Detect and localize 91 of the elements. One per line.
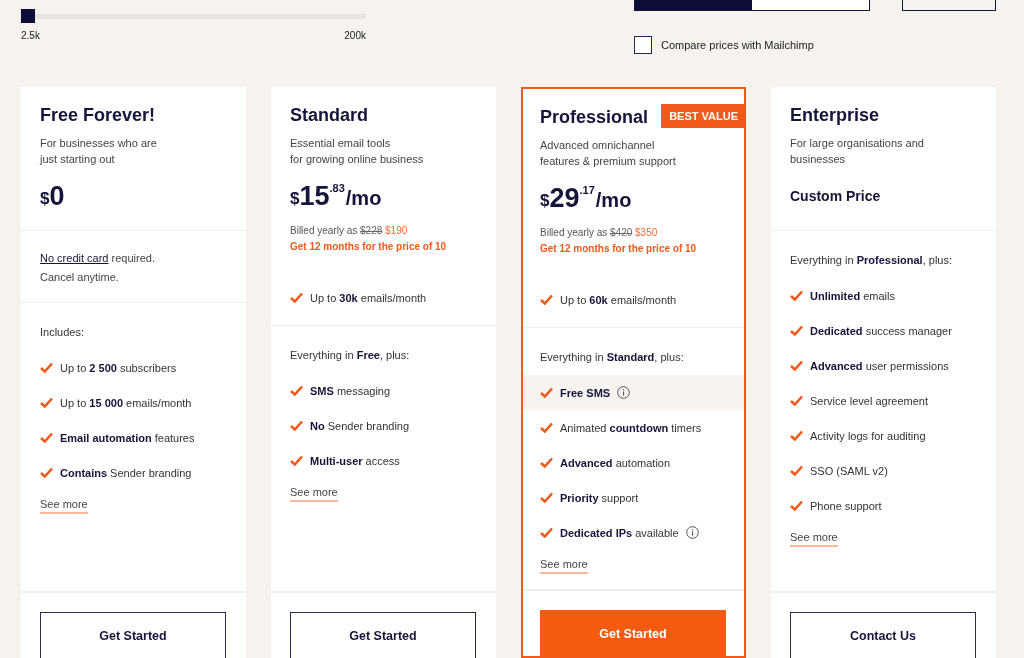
feature-text: Animated countdown timers [560,421,702,434]
check-icon [290,385,303,396]
feature-text: Multi-user access [310,454,400,467]
price-period: /mo [345,186,382,210]
menu-button[interactable] [902,0,996,11]
see-more-link[interactable]: See more [40,498,88,514]
check-icon [790,290,803,301]
feature-text: Up to 30k emails/month [310,291,427,304]
feature-text: Advanced user permissions [810,359,949,372]
billing-note: Billed yearly as $228 $190 [290,224,409,238]
feature-text: Up to 60k emails/month [560,293,677,306]
feature-text: Unlimited emails [810,289,895,302]
plan-title: Standard [290,104,368,127]
price-cents: .83 [329,182,345,194]
slider-track[interactable] [21,9,366,23]
slider-thumb[interactable] [21,9,35,23]
info-icon[interactable] [685,526,699,539]
check-icon [540,527,553,538]
toggle-option[interactable] [752,0,869,10]
feature-text: Service level agreement [810,394,928,407]
slider-min-label: 2.5k [21,30,40,41]
check-icon [790,360,803,371]
check-icon [40,432,53,443]
check-icon [790,395,803,406]
feature-text: Up to 15 000 emails/month [60,396,192,409]
feature-text: SMS messaging [310,384,391,397]
get-started-button[interactable]: Get Started [40,612,226,658]
contact-button[interactable]: Contact Us [790,612,976,658]
see-more-link[interactable]: See more [540,558,588,574]
check-icon [290,292,303,303]
get-started-button[interactable]: Get Started [290,612,476,658]
feature-text: No Sender branding [310,419,410,432]
feature-text: Dedicated IPs available [560,526,679,539]
checkbox[interactable] [634,36,652,54]
feature-text: SSO (SAML v2) [810,464,888,477]
check-icon [540,294,553,305]
billing-note: Billed yearly as $420 $350 [540,226,659,240]
price-amount: 15 [299,180,330,212]
plan-title: Enterprise [790,104,880,127]
price-amount: 29 [549,182,580,214]
feature-text: Up to 2 500 subscribers [60,361,177,374]
plan-title: Professional [540,106,649,129]
plan-description: Essential email tools for growing online business [290,136,425,167]
price-currency: $ [540,191,550,211]
check-icon [790,430,803,441]
price-cents: .17 [579,184,595,196]
check-icon [790,465,803,476]
check-icon [40,397,53,408]
link[interactable]: No credit card [40,252,109,264]
slider-max-label: 200k [344,30,366,41]
check-icon [540,457,553,468]
see-more-link[interactable]: See more [290,486,338,502]
check-icon [540,492,553,503]
price-currency: $ [40,189,50,209]
check-icon [540,422,553,433]
feature-text: Activity logs for auditing [810,429,926,442]
toggle-option[interactable] [635,0,752,10]
plan-title: Free Forever! [40,104,156,127]
note-text: No credit card required. [40,251,156,266]
feature-text: Email automation features [60,431,195,444]
plan-description: Advanced omnichannel features & premium support [540,138,677,169]
check-icon [790,325,803,336]
features-heading: Everything in Standard, plus: [540,350,685,365]
custom-price: Custom Price [790,188,881,204]
promo-text: Get 12 months for the price of 10 [290,240,448,254]
price-amount: 0 [49,180,65,212]
feature-text: Advanced automation [560,456,671,469]
features-heading: Everything in Free, plus: [290,348,411,363]
price-period: /mo [595,188,632,212]
plan-description: For large organisations and businesses [790,136,925,167]
feature-text: Priority support [560,491,639,504]
check-icon [290,455,303,466]
features-heading: Includes: [40,325,86,340]
feature-text: Dedicated success manager [810,324,952,337]
check-icon [540,387,553,398]
check-icon [790,500,803,511]
checkbox-label: Compare prices with Mailchimp [661,39,814,51]
note-text: Cancel anytime. [40,270,120,285]
check-icon [40,362,53,373]
check-icon [290,420,303,431]
see-more-link[interactable]: See more [790,531,838,547]
plan-description: For businesses who are just starting out [40,136,158,167]
info-icon[interactable] [617,386,631,399]
feature-text: Contains Sender branding [60,466,192,479]
features-heading: Everything in Professional, plus: [790,253,954,268]
promo-text: Get 12 months for the price of 10 [540,242,698,256]
feature-text: Phone support [810,499,882,512]
feature-text: Free SMS [560,386,611,399]
plan-badge: BEST VALUE [661,104,746,128]
price-currency: $ [290,189,300,209]
check-icon [40,467,53,478]
